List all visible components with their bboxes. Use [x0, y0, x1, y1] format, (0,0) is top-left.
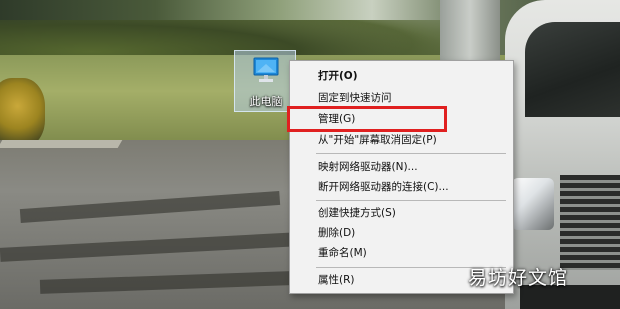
menu-item-rename[interactable]: 重命名(M): [290, 243, 513, 263]
manage-highlight-box: [287, 106, 447, 132]
wallpaper-car-windshield: [525, 22, 620, 117]
watermark-text: 易坊好文馆: [468, 267, 569, 289]
context-menu: 打开(O) 固定到快速访问 管理(G) 从"开始"屏幕取消固定(P) 映射网络驱…: [289, 60, 514, 294]
monitor-icon: [252, 56, 280, 86]
menu-item-delete[interactable]: 删除(D): [290, 223, 513, 243]
menu-item-create-shortcut[interactable]: 创建快捷方式(S): [290, 203, 513, 223]
this-pc-desktop-icon[interactable]: 此电脑: [234, 50, 296, 112]
menu-separator: [316, 153, 506, 154]
menu-separator: [316, 200, 506, 201]
menu-item-unpin-start[interactable]: 从"开始"屏幕取消固定(P): [290, 130, 513, 150]
wallpaper-shrub: [0, 78, 45, 148]
menu-item-open[interactable]: 打开(O): [290, 66, 513, 86]
menu-item-pin-quick-access[interactable]: 固定到快速访问: [290, 88, 513, 108]
menu-item-disconnect-network-drive[interactable]: 断开网络驱动器的连接(C)...: [290, 177, 513, 197]
wallpaper-car-headlight: [512, 178, 554, 230]
menu-item-map-network-drive[interactable]: 映射网络驱动器(N)...: [290, 157, 513, 177]
wallpaper-curb: [0, 140, 123, 148]
wallpaper-car-grille: [560, 175, 620, 270]
